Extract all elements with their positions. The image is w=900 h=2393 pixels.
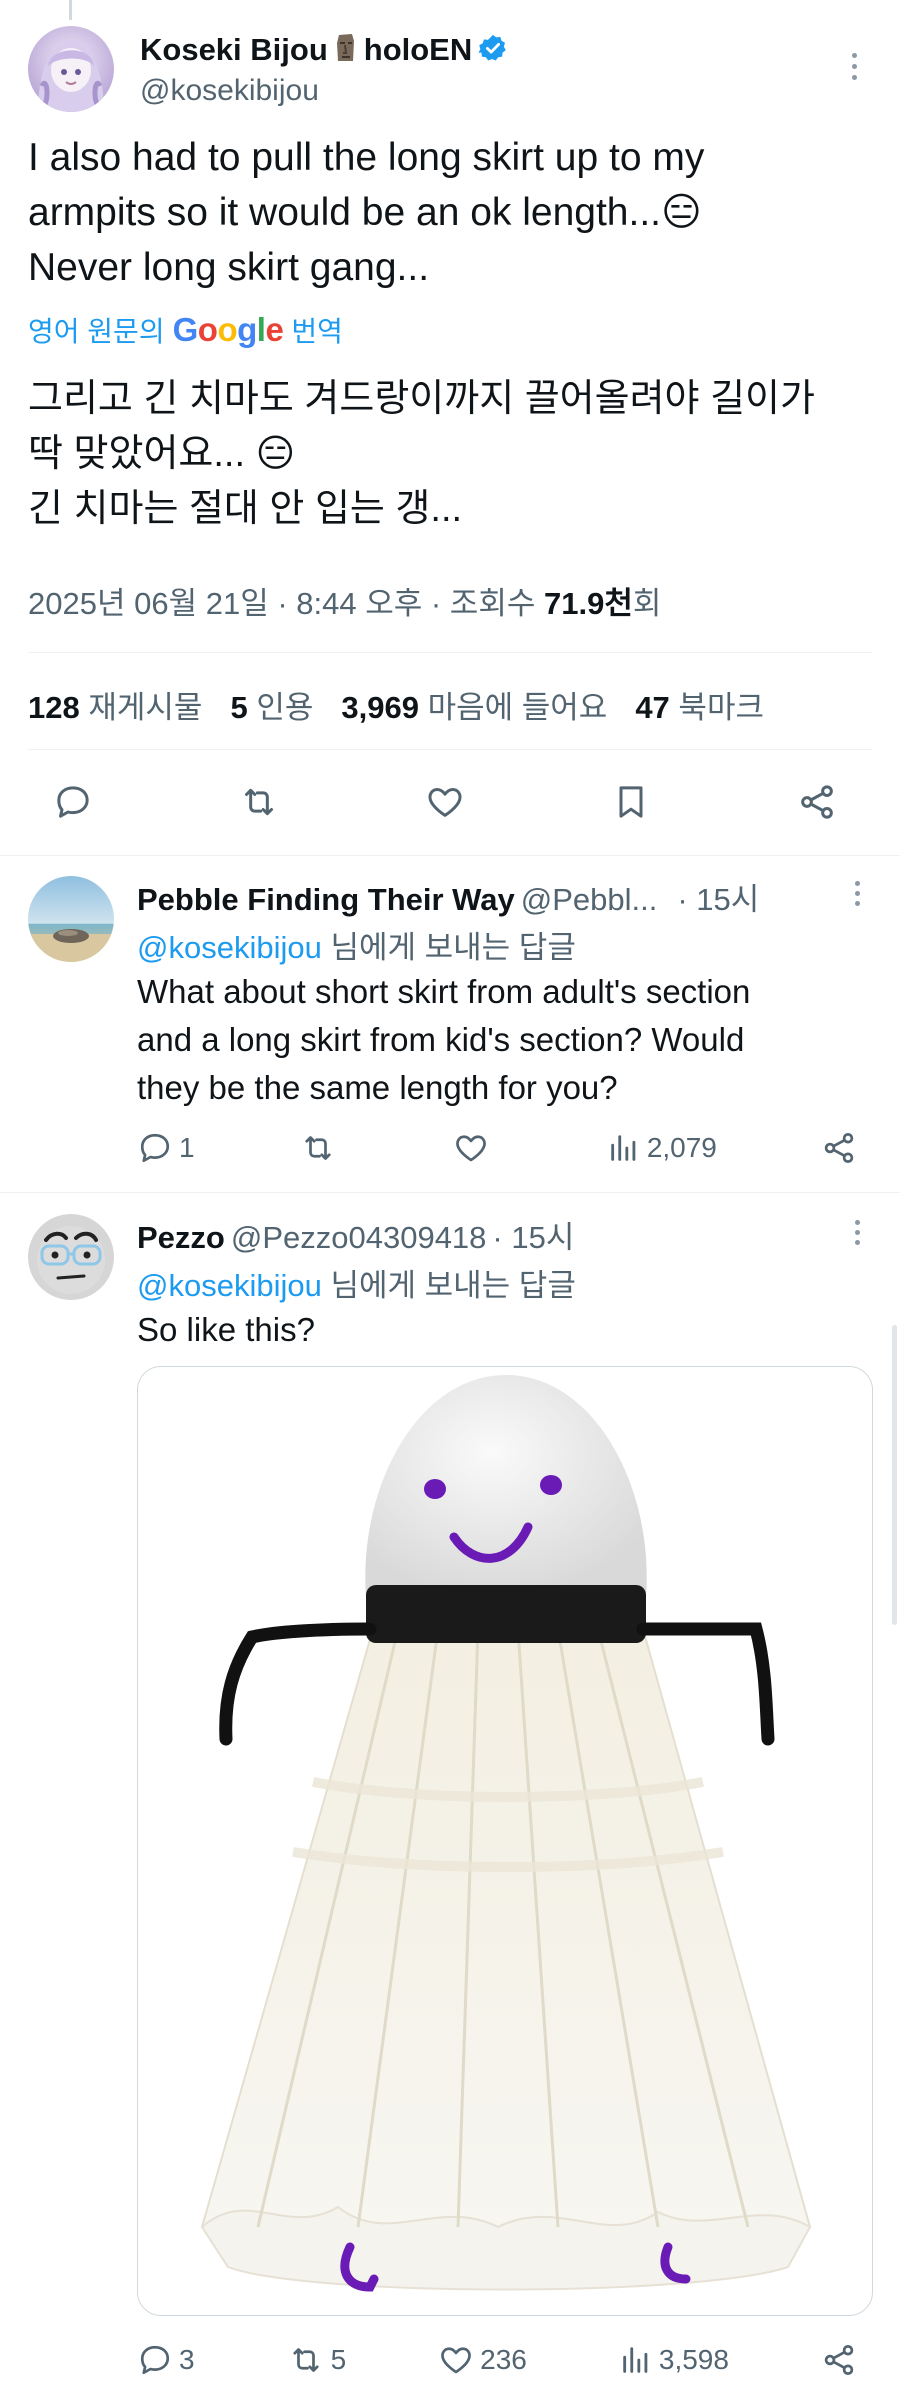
divider xyxy=(0,1192,900,1193)
bookmarks-stat[interactable]: 47 북마크 xyxy=(635,682,764,727)
reply-time[interactable]: · 15시 xyxy=(492,1212,574,1257)
reply-display-name[interactable]: Pebble Finding Their Way xyxy=(137,882,515,918)
reply-to-line: @kosekibijou 님에게 보내는 답글 xyxy=(137,1260,576,1305)
heart-icon[interactable] xyxy=(422,779,468,825)
tweet-view-count: 71.9천 xyxy=(543,586,633,621)
reply-button[interactable]: 1 xyxy=(137,1130,195,1166)
reply-icon[interactable] xyxy=(50,779,96,825)
reply-count: 1 xyxy=(179,1132,195,1163)
reply-avatar[interactable] xyxy=(28,876,114,962)
moai-emoji-icon xyxy=(334,33,358,68)
reply-action-bar: 1 2,079 xyxy=(137,1124,857,1172)
views-button[interactable]: 2,079 xyxy=(607,1131,717,1165)
tweet-timestamp[interactable]: 2025년 06월 21일 · 8:44 오후 · 조회수 xyxy=(28,586,544,621)
share-button[interactable] xyxy=(821,1130,857,1166)
author-name-suffix[interactable]: holoEN xyxy=(364,32,473,68)
tweet-stats: 128 재게시물 5 인용 3,969 마음에 들어요 47 북마크 xyxy=(28,682,764,727)
shuttlecock-drawing xyxy=(200,1375,812,2292)
share-button[interactable] xyxy=(821,2342,857,2378)
tweet-text-line: I also had to pull the long skirt up to … xyxy=(28,136,705,179)
likes-stat[interactable]: 3,969 마음에 들어요 xyxy=(341,682,607,727)
tweet-view-suffix: 회 xyxy=(632,586,662,621)
more-icon[interactable] xyxy=(842,1215,872,1249)
reply-header: Pebble Finding Their Way @Pebbl... · 15시 xyxy=(137,874,759,919)
translated-text-line: 딱 맞았어요... 😑 xyxy=(28,433,296,475)
bookmark-icon[interactable] xyxy=(608,779,654,825)
tweet-text-line: Never long skirt gang... xyxy=(28,246,430,289)
divider xyxy=(28,749,872,750)
reply-body-line: So like this? xyxy=(137,1311,315,1348)
google-logo: Google xyxy=(172,311,284,348)
tweet-action-bar xyxy=(50,772,840,832)
tweet-meta: 2025년 06월 21일 · 8:44 오후 · 조회수 71.9천회 xyxy=(28,578,661,623)
translated-text-line: 긴 치마는 절대 안 입는 갱... xyxy=(28,488,463,530)
views-button[interactable]: 3,598 xyxy=(619,2343,729,2377)
repost-icon xyxy=(305,1136,331,1160)
share-icon[interactable] xyxy=(794,779,840,825)
translate-suffix: 번역 xyxy=(291,316,343,347)
translated-text: 그리고 긴 치마도 겨드랑이까지 끌어올려야 길이가 딱 맞았어요... 😑 긴… xyxy=(28,372,878,537)
repost-button[interactable] xyxy=(299,1130,349,1166)
reply-to-line: @kosekibijou 님에게 보내는 답글 xyxy=(137,922,576,967)
more-icon[interactable] xyxy=(842,876,872,910)
reply-body-line: they be the same length for you? xyxy=(137,1069,618,1106)
heart-icon xyxy=(441,2347,472,2374)
reply-to-suffix: 님에게 보내는 답글 xyxy=(321,930,576,965)
reply-handle[interactable]: @Pebbl... xyxy=(521,882,658,918)
more-icon[interactable] xyxy=(836,46,872,86)
reply-to-suffix: 님에게 보내는 답글 xyxy=(321,1268,576,1303)
views-count: 2,079 xyxy=(646,1132,717,1163)
repost-button[interactable]: 5 xyxy=(287,2342,347,2378)
repost-icon[interactable] xyxy=(236,779,282,825)
reply-to-mention[interactable]: @kosekibijou xyxy=(137,1268,322,1303)
reply-display-name[interactable]: Pezzo xyxy=(137,1220,225,1256)
reply-icon xyxy=(140,1133,170,1163)
reply-body: What about short skirt from adult's sect… xyxy=(137,968,857,1112)
reply-avatar[interactable] xyxy=(28,1214,114,1300)
divider xyxy=(0,855,900,856)
scrollbar-thumb[interactable] xyxy=(892,1325,897,1625)
author-handle[interactable]: @kosekibijou xyxy=(140,74,319,108)
reply-time[interactable]: · 15시 xyxy=(677,874,759,919)
views-count: 3,598 xyxy=(658,2344,729,2375)
verified-badge-icon xyxy=(478,33,508,68)
repost-icon xyxy=(292,2348,319,2372)
reply-body-line: and a long skirt from kid's section? Wou… xyxy=(137,1021,745,1058)
author-avatar[interactable] xyxy=(28,26,114,112)
divider xyxy=(28,652,872,653)
reposts-stat[interactable]: 128 재게시물 xyxy=(28,682,202,727)
author-name-row[interactable]: Koseki Bijou holoEN xyxy=(140,32,508,68)
tweet-text: I also had to pull the long skirt up to … xyxy=(28,130,868,295)
translate-prefix: 영어 원문의 xyxy=(28,316,165,347)
share-icon xyxy=(824,1133,854,1163)
translated-text-line: 그리고 긴 치마도 겨드랑이까지 끌어올려야 길이가 xyxy=(28,378,815,420)
translation-attribution[interactable]: 영어 원문의 Google 번역 xyxy=(28,310,343,350)
quotes-stat[interactable]: 5 인용 xyxy=(230,682,313,727)
heart-icon xyxy=(455,1135,486,1162)
views-icon xyxy=(623,2347,648,2373)
reply-count: 3 xyxy=(179,2344,195,2375)
reply-media-image[interactable] xyxy=(137,1366,873,2316)
like-button[interactable] xyxy=(453,1130,503,1166)
like-button[interactable]: 236 xyxy=(438,2342,527,2378)
author-display-name[interactable]: Koseki Bijou xyxy=(140,32,328,68)
reply-body: So like this? xyxy=(137,1306,857,1354)
thread-connector-line xyxy=(69,0,72,20)
repost-count: 5 xyxy=(330,2344,347,2375)
reply-header: Pezzo @Pezzo04309418 · 15시 xyxy=(137,1212,574,1257)
reply-icon xyxy=(140,2345,170,2375)
views-icon xyxy=(611,1135,636,1161)
like-count: 236 xyxy=(480,2344,527,2375)
reply-body-line: What about short skirt from adult's sect… xyxy=(137,973,751,1010)
tweet-text-line: armpits so it would be an ok length...😑 xyxy=(28,191,702,234)
reply-button[interactable]: 3 xyxy=(137,2342,195,2378)
main-tweet-header: Koseki Bijou holoEN @kosekibijou xyxy=(28,26,872,116)
reply-handle[interactable]: @Pezzo04309418 xyxy=(231,1220,487,1256)
reply-action-bar: 3 5 236 3,598 xyxy=(137,2336,857,2384)
reply-to-mention[interactable]: @kosekibijou xyxy=(137,930,322,965)
share-icon xyxy=(824,2345,854,2375)
